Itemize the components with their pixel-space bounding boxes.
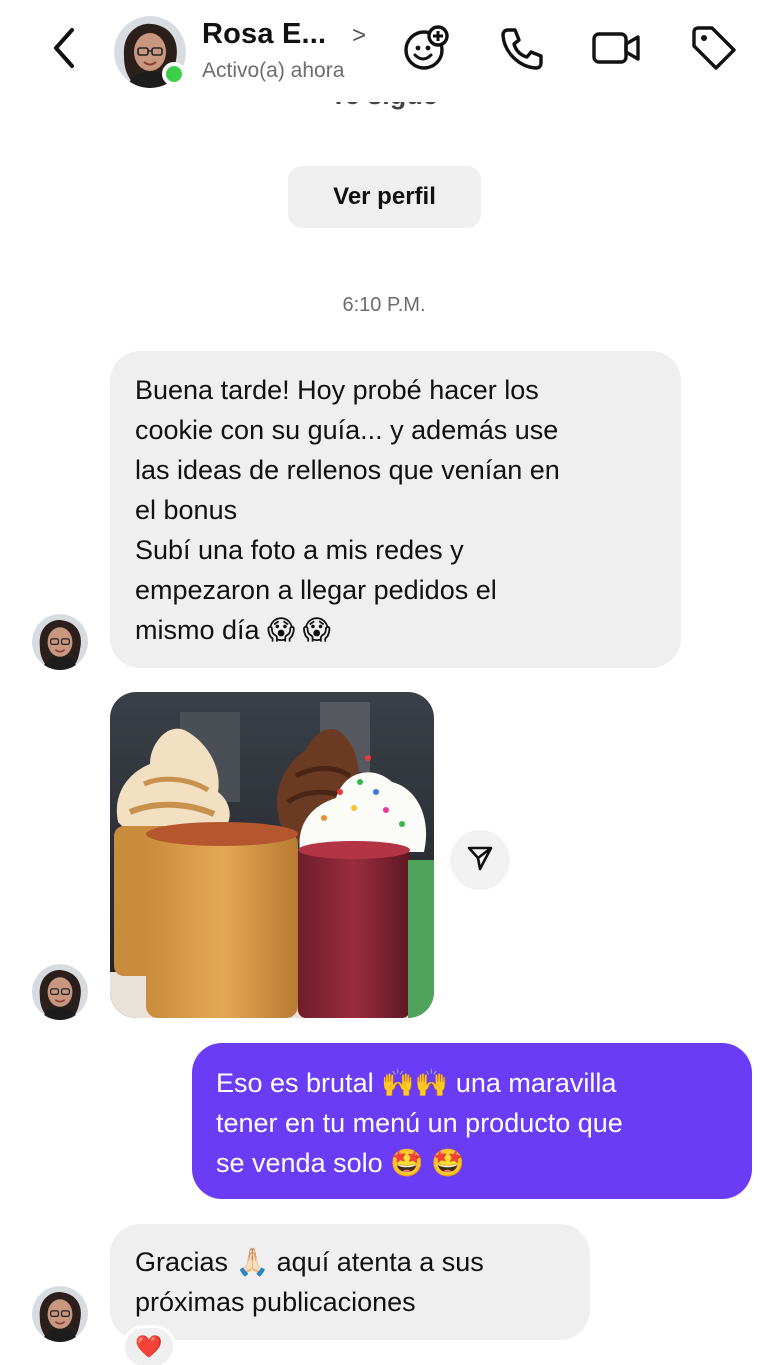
effects-button[interactable] [400,24,452,76]
phone-icon [496,22,548,79]
incoming-message[interactable]: Gracias 🙏🏻 aquí atenta a sus próximas pu… [110,1224,590,1340]
chat-header: Rosa E... > Activo(a) ahora [0,0,768,100]
back-button[interactable] [40,24,88,76]
message-line: próximas publicaciones [135,1287,416,1317]
online-status-dot [162,62,186,86]
sender-avatar[interactable] [32,1286,88,1342]
chevron-right-icon[interactable]: > [352,22,366,50]
message-line: empezaron a llegar pedidos el [135,575,497,605]
tag-button[interactable] [688,24,740,76]
heart-reaction[interactable]: ❤️ [122,1325,176,1365]
tag-icon [688,22,740,79]
message-line: mismo día 😱 😱 [135,615,331,645]
message-line: tener en tu menú un producto que [216,1108,623,1138]
contact-name[interactable]: Rosa E... [202,18,326,51]
message-line: el bonus [135,495,238,525]
message-line: Gracias 🙏🏻 aquí atenta a sus [135,1247,484,1277]
effects-icon [400,22,452,79]
chevron-left-icon [50,26,78,75]
active-status: Activo(a) ahora [202,59,345,82]
message-line: cookie con su guía... y además use [135,415,559,445]
message-line: se venda solo 🤩 🤩 [216,1148,465,1178]
message-line: Buena tarde! Hoy probé hacer los [135,375,539,405]
video-call-button[interactable] [590,24,642,76]
call-button[interactable] [496,24,548,76]
share-button[interactable] [450,830,510,890]
message-timestamp: 6:10 P.M. [342,294,426,316]
video-icon [590,22,642,79]
message-line: Subí una foto a mis redes y [135,535,464,565]
shared-photo[interactable] [110,692,434,1018]
incoming-message[interactable]: Buena tarde! Hoy probé hacer los cookie … [110,351,681,668]
sender-avatar[interactable] [32,614,88,670]
sender-avatar[interactable] [32,964,88,1020]
message-line: las ideas de rellenos que venían en [135,455,560,485]
message-line: Eso es brutal 🙌🙌 una maravilla [216,1068,617,1098]
view-profile-button[interactable]: Ver perfil [288,166,481,228]
outgoing-message[interactable]: Eso es brutal 🙌🙌 una maravilla tener en … [192,1043,752,1199]
share-icon [466,844,494,877]
